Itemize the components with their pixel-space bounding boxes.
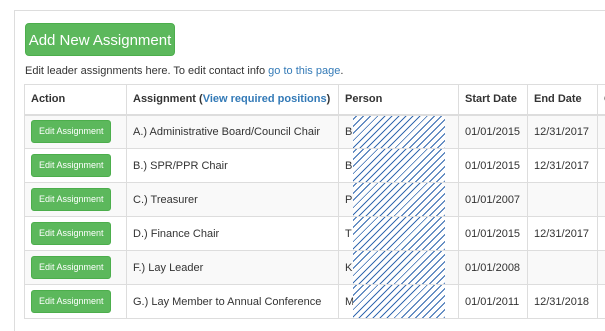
start-date-cell: 01/01/2015 <box>459 217 528 251</box>
assignment-cell: C.) Treasurer <box>127 183 339 217</box>
view-required-positions-link[interactable]: View required positions <box>203 93 327 105</box>
action-cell: Edit Assignment <box>25 183 127 217</box>
info-end: . <box>340 65 343 77</box>
edit-assignment-button[interactable]: Edit Assignment <box>31 154 111 177</box>
header-extra: C <box>598 85 605 115</box>
end-date-cell: 12/31/2017 <box>528 149 598 183</box>
person-initial: K <box>345 262 352 274</box>
person-initial: B <box>345 160 352 172</box>
edit-assignment-button[interactable]: Edit Assignment <box>31 188 111 211</box>
person-cell: B <box>339 149 459 183</box>
add-new-assignment-button[interactable]: Add New Assignment <box>25 23 175 56</box>
person-initial: P <box>345 194 352 206</box>
redaction-overlay <box>353 217 445 250</box>
person-cell: K <box>339 251 459 285</box>
person-cell: M <box>339 285 459 319</box>
table-row: Edit Assignment B.) SPR/PPR Chair B 01/0… <box>25 149 605 183</box>
redaction-overlay <box>353 183 445 216</box>
assignment-cell: A.) Administrative Board/Council Chair <box>127 115 339 149</box>
table-row: Edit Assignment G.) Lay Member to Annual… <box>25 285 605 319</box>
redaction-overlay <box>353 285 445 318</box>
info-text: Edit leader assignments here. To edit co… <box>25 65 343 77</box>
person-cell: B <box>339 115 459 149</box>
assignment-cell: G.) Lay Member to Annual Conference <box>127 285 339 319</box>
redaction-overlay <box>353 149 445 182</box>
table-row: Edit Assignment A.) Administrative Board… <box>25 115 605 149</box>
person-cell: T <box>339 217 459 251</box>
redaction-overlay <box>353 116 445 149</box>
header-assignment-label: Assignment ( <box>133 93 203 105</box>
table-row: Edit Assignment D.) Finance Chair T 01/0… <box>25 217 605 251</box>
assignment-cell: B.) SPR/PPR Chair <box>127 149 339 183</box>
edit-assignment-button[interactable]: Edit Assignment <box>31 256 111 279</box>
assignment-cell: D.) Finance Chair <box>127 217 339 251</box>
info-message: Edit leader assignments here. To edit co… <box>25 65 268 77</box>
person-cell: P <box>339 183 459 217</box>
extra-cell <box>598 115 605 149</box>
end-date-cell: 12/31/2017 <box>528 217 598 251</box>
end-date-cell <box>528 183 598 217</box>
start-date-cell: 01/01/2008 <box>459 251 528 285</box>
table-row: Edit Assignment F.) Lay Leader K 01/01/2… <box>25 251 605 285</box>
edit-assignment-button[interactable]: Edit Assignment <box>31 290 111 313</box>
header-assignment: Assignment (View required positions) <box>127 85 339 115</box>
person-initial: T <box>345 228 352 240</box>
extra-cell <box>598 285 605 319</box>
redaction-overlay <box>353 251 445 284</box>
table-header-row: Action Assignment (View required positio… <box>25 85 605 115</box>
edit-assignment-button[interactable]: Edit Assignment <box>31 222 111 245</box>
start-date-cell: 01/01/2015 <box>459 115 528 149</box>
assignment-cell: F.) Lay Leader <box>127 251 339 285</box>
table-row: Edit Assignment C.) Treasurer P 01/01/20… <box>25 183 605 217</box>
header-action: Action <box>25 85 127 115</box>
person-initial: B <box>345 126 352 138</box>
header-start-date: Start Date <box>459 85 528 115</box>
header-person: Person <box>339 85 459 115</box>
header-assignment-end: ) <box>327 93 331 105</box>
extra-cell <box>598 183 605 217</box>
action-cell: Edit Assignment <box>25 115 127 149</box>
start-date-cell: 01/01/2007 <box>459 183 528 217</box>
start-date-cell: 01/01/2011 <box>459 285 528 319</box>
extra-cell <box>598 149 605 183</box>
action-cell: Edit Assignment <box>25 285 127 319</box>
extra-cell <box>598 217 605 251</box>
end-date-cell: 12/31/2017 <box>528 115 598 149</box>
action-cell: Edit Assignment <box>25 251 127 285</box>
action-cell: Edit Assignment <box>25 149 127 183</box>
contact-info-link[interactable]: go to this page <box>268 65 340 77</box>
edit-assignment-button[interactable]: Edit Assignment <box>31 120 111 143</box>
action-cell: Edit Assignment <box>25 217 127 251</box>
start-date-cell: 01/01/2015 <box>459 149 528 183</box>
end-date-cell: 12/31/2018 <box>528 285 598 319</box>
header-end-date: End Date <box>528 85 598 115</box>
extra-cell <box>598 251 605 285</box>
assignments-table: Action Assignment (View required positio… <box>24 84 605 319</box>
end-date-cell <box>528 251 598 285</box>
